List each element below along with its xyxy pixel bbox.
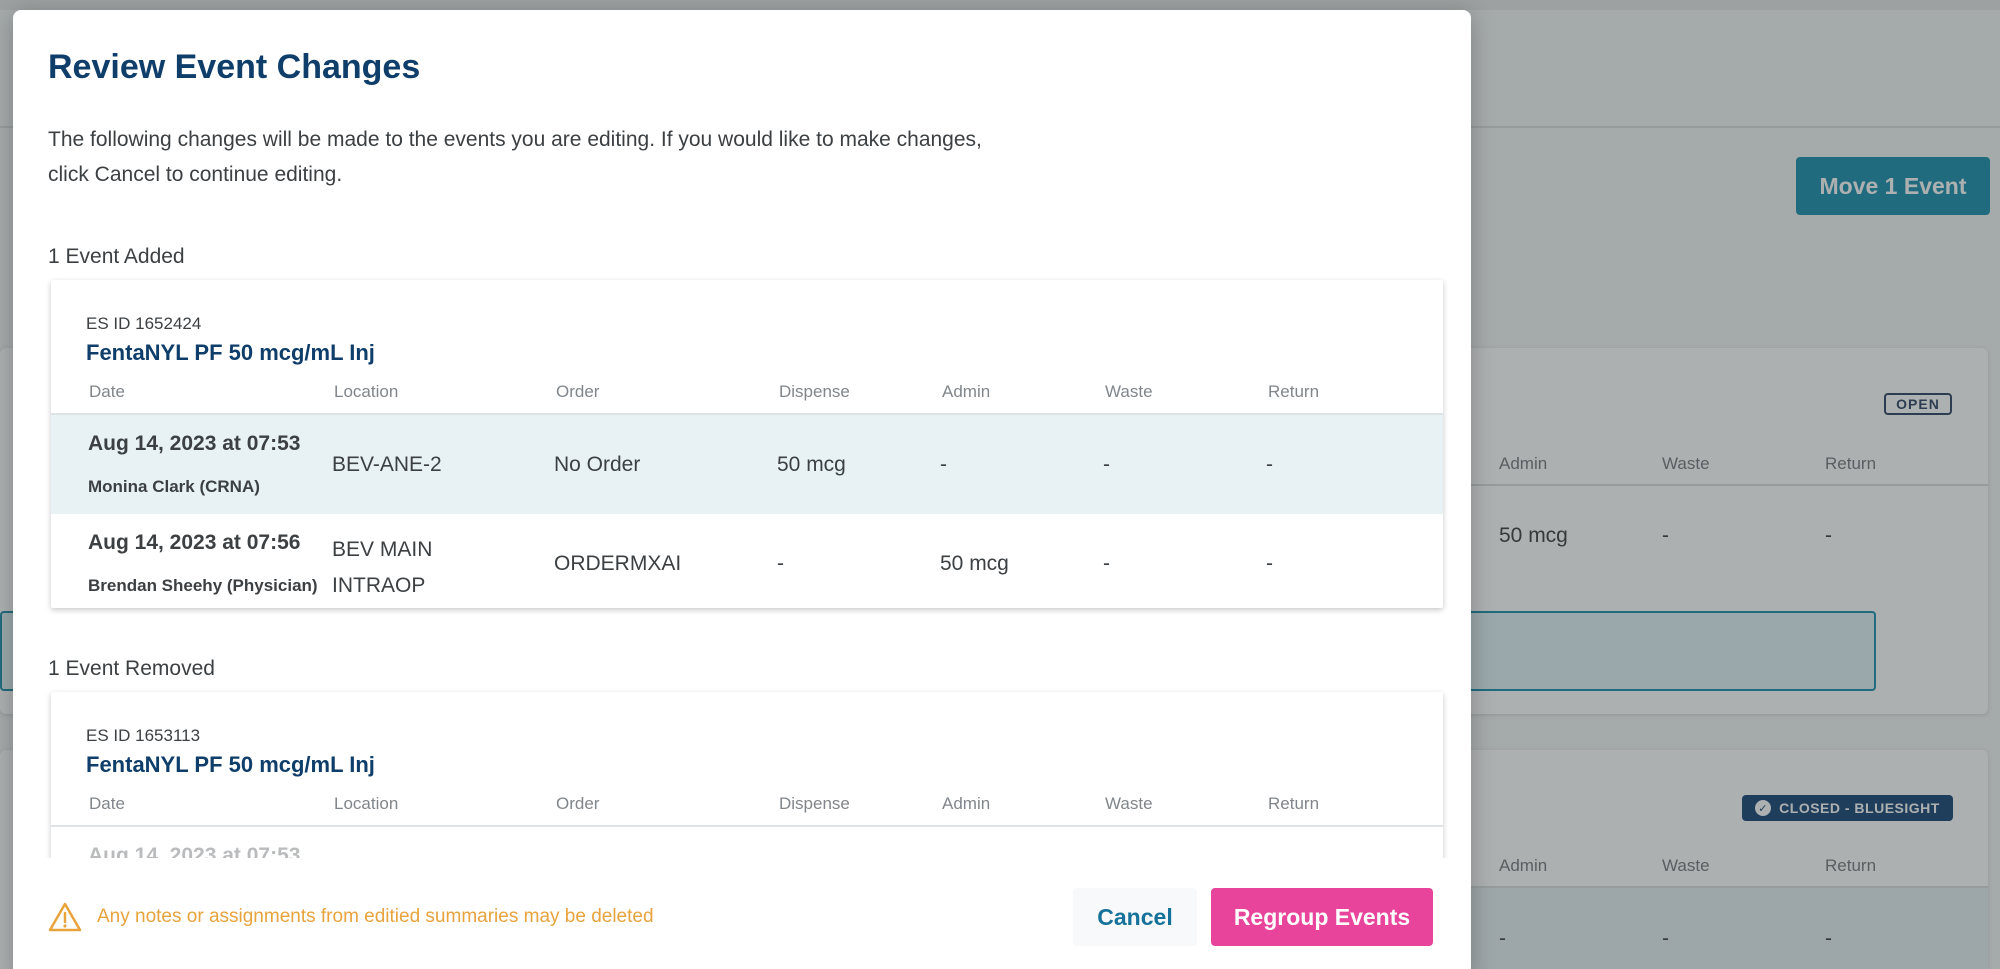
column-header-dispense: Dispense bbox=[779, 382, 850, 401]
table-row: Aug 14, 2023 at 07:53 Monina Clark (CRNA… bbox=[51, 415, 1443, 514]
review-changes-modal: Review Event Changes The following chang… bbox=[13, 10, 1471, 969]
removed-event-card: ES ID 1653113 FentaNYL PF 50 mcg/mL Inj … bbox=[51, 692, 1443, 858]
cell-location: BEV MAIN INTRAOP bbox=[332, 538, 433, 597]
column-header-order: Order bbox=[556, 794, 600, 813]
modal-description: The following changes will be made to th… bbox=[48, 128, 982, 186]
column-header-admin: Admin bbox=[942, 794, 991, 813]
modal-title: Review Event Changes bbox=[48, 48, 421, 86]
cell-waste: - bbox=[1103, 453, 1110, 476]
cell-date: Aug 14, 2023 at 07:53 bbox=[88, 844, 301, 858]
table-row: Aug 14, 2023 at 07:53 bbox=[51, 827, 1443, 858]
cell-waste: - bbox=[1103, 552, 1110, 575]
column-header-waste: Waste bbox=[1105, 794, 1153, 813]
table-row: Aug 14, 2023 at 07:56 Brendan Sheehy (Ph… bbox=[51, 514, 1443, 608]
removed-section-label: 1 Event Removed bbox=[48, 657, 215, 680]
cell-order: ORDERMXAI bbox=[554, 552, 682, 575]
cell-user: Brendan Sheehy (Physician) bbox=[88, 576, 318, 595]
cell-location: BEV-ANE-2 bbox=[332, 453, 442, 476]
drug-name: FentaNYL PF 50 mcg/mL Inj bbox=[86, 752, 375, 777]
cancel-button[interactable]: Cancel bbox=[1073, 888, 1197, 946]
cell-dispense: - bbox=[777, 552, 784, 575]
column-header-order: Order bbox=[556, 382, 600, 401]
column-header-return: Return bbox=[1268, 794, 1320, 813]
column-header-date: Date bbox=[89, 382, 125, 401]
cell-order: No Order bbox=[554, 453, 641, 476]
modal-scroll-area[interactable]: Review Event Changes The following chang… bbox=[13, 10, 1471, 858]
cell-return: - bbox=[1266, 552, 1273, 575]
regroup-events-button[interactable]: Regroup Events bbox=[1211, 888, 1433, 946]
column-header-return: Return bbox=[1268, 382, 1320, 401]
es-id: ES ID 1652424 bbox=[86, 314, 202, 333]
column-header-admin: Admin bbox=[942, 382, 991, 401]
cell-user: Monina Clark (CRNA) bbox=[88, 477, 260, 496]
warning-message: Any notes or assignments from editied su… bbox=[97, 906, 654, 927]
cell-admin: 50 mcg bbox=[940, 552, 1009, 575]
modal-footer: Any notes or assignments from editied su… bbox=[13, 858, 1471, 969]
column-header-dispense: Dispense bbox=[779, 794, 850, 813]
added-event-card: ES ID 1652424 FentaNYL PF 50 mcg/mL Inj … bbox=[51, 280, 1443, 608]
cell-date: Aug 14, 2023 at 07:56 bbox=[88, 531, 301, 554]
warning-icon bbox=[48, 902, 82, 932]
column-header-waste: Waste bbox=[1105, 382, 1153, 401]
es-id: ES ID 1653113 bbox=[86, 726, 201, 745]
drug-name: FentaNYL PF 50 mcg/mL Inj bbox=[86, 340, 375, 365]
cell-return: - bbox=[1266, 453, 1273, 476]
column-header-location: Location bbox=[334, 382, 399, 401]
column-header-location: Location bbox=[334, 794, 399, 813]
added-section-label: 1 Event Added bbox=[48, 245, 185, 268]
cell-date: Aug 14, 2023 at 07:53 bbox=[88, 432, 301, 455]
cell-dispense: 50 mcg bbox=[777, 453, 846, 476]
column-header-date: Date bbox=[89, 794, 125, 813]
cell-admin: - bbox=[940, 453, 947, 476]
